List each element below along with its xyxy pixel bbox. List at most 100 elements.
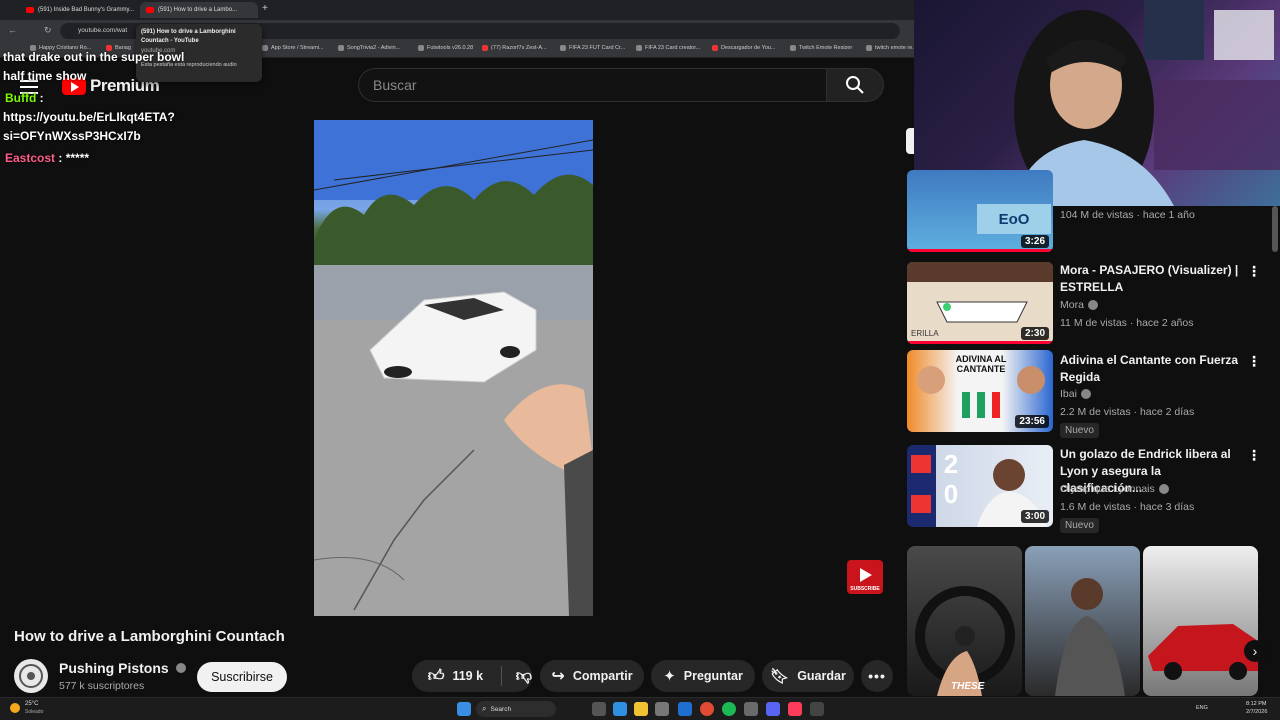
red-car-image	[1148, 624, 1258, 680]
video-duration: 3:26	[1020, 235, 1049, 248]
store-icon[interactable]	[655, 702, 669, 716]
verified-icon	[175, 663, 186, 673]
rec-channel[interactable]: Olympique Lyonnais	[1060, 483, 1169, 495]
chrome-icon[interactable]	[700, 702, 714, 716]
bookmark-item[interactable]: FIFA 23 FUT Card Cr...	[560, 45, 625, 51]
youtube-favicon-icon	[26, 7, 34, 13]
rec-channel[interactable]: Mora	[1060, 299, 1098, 311]
bookmark-item[interactable]: Descargador de You...	[712, 45, 775, 51]
watermark-label: SUBSCRIBE	[850, 586, 880, 592]
channel-name[interactable]: Pushing Pistons	[59, 660, 186, 676]
rec-title[interactable]: Adivina el Cantante con Fuerza Regida	[1060, 352, 1240, 386]
clock-time[interactable]: 8:12 PM	[1246, 701, 1266, 707]
rec-thumbnail[interactable]: EoO 3:26	[907, 170, 1053, 252]
thumbs-up-icon: 👍︎	[427, 667, 445, 685]
file-explorer-icon[interactable]	[634, 702, 648, 716]
subscribe-watermark[interactable]: SUBSCRIBE	[847, 560, 883, 594]
clock-date[interactable]: 2/7/2026	[1246, 709, 1267, 715]
taskbar-search-label: Search	[490, 705, 512, 713]
browser-tab-label: (591) Inside Bad Bunny's Grammy...	[38, 7, 135, 13]
chat-link: si=OFYnWXssP3HCxI7b	[3, 129, 141, 143]
more-vertical-icon[interactable]: ⋮	[1247, 264, 1261, 278]
sparkle-icon: ✦	[663, 668, 676, 685]
chat-separator: :	[36, 91, 44, 105]
url-text: youtube.com/wat	[78, 27, 128, 34]
bookmark-item[interactable]: FIFA 23 Card creator...	[636, 45, 700, 51]
watch-progress	[907, 341, 1053, 344]
short-caption: THESE	[951, 681, 985, 692]
search-placeholder: Buscar	[373, 77, 417, 93]
share-button[interactable]: ↪ Compartir	[540, 660, 644, 692]
music-icon[interactable]	[788, 702, 802, 716]
short-thumbnail[interactable]: THESE	[907, 546, 1022, 696]
language-indicator[interactable]: ENG	[1196, 705, 1208, 711]
more-vertical-icon[interactable]: ⋮	[1247, 448, 1261, 462]
edge-icon[interactable]	[613, 702, 627, 716]
steering-wheel-image	[915, 586, 1015, 696]
browser-tab-2[interactable]: (591) How to drive a Lambo...	[140, 2, 258, 18]
video-duration: 23:56	[1015, 415, 1049, 428]
new-badge: Nuevo	[1060, 518, 1099, 533]
watch-progress	[907, 249, 1053, 252]
chevron-right-icon[interactable]: ›	[1244, 640, 1266, 662]
video-frame	[314, 120, 593, 616]
ask-button[interactable]: ✦ Preguntar	[651, 660, 755, 692]
driver-image	[1055, 578, 1125, 696]
new-tab-icon[interactable]: +	[262, 3, 268, 14]
search-input[interactable]: Buscar	[358, 68, 828, 102]
chat-link: https://youtu.be/ErLIkqt4ETA?	[3, 110, 175, 124]
sidebar-chip-edge	[906, 128, 914, 154]
rec-meta: 1.6 M de vistas · hace 3 días	[1060, 501, 1195, 513]
chat-text: : *****	[55, 151, 90, 165]
video-duration: 3:00	[1020, 510, 1049, 523]
discord-icon[interactable]	[766, 702, 780, 716]
save-label: Guardar	[797, 669, 846, 683]
more-actions-button[interactable]: •••	[861, 660, 893, 692]
tooltip-title: (591) How to drive a Lamborghini Countac…	[141, 29, 236, 44]
channel-avatar[interactable]	[14, 659, 48, 693]
rec-thumbnail[interactable]: 2 0 3:00	[907, 445, 1053, 527]
rec-title[interactable]: Mora - PASAJERO (Visualizer) | ESTRELLA	[1060, 262, 1240, 296]
search-button[interactable]	[826, 68, 884, 102]
short-thumbnail[interactable]	[1143, 546, 1258, 696]
subscribe-button[interactable]: Suscribirse	[197, 662, 287, 692]
bookmark-item[interactable]: Futwtools v26.0.28	[418, 45, 473, 51]
task-view-icon[interactable]	[592, 702, 606, 716]
chat-username: Eastcost	[5, 151, 56, 165]
bookmark-item[interactable]: App Store / Streami...	[262, 45, 324, 51]
reload-icon[interactable]: ↻	[44, 25, 52, 36]
back-icon[interactable]: ←	[8, 25, 17, 35]
save-button[interactable]: 🔖︎ Guardar	[762, 660, 854, 692]
video-title: How to drive a Lamborghini Countach	[14, 628, 285, 645]
bookmark-item[interactable]: SongTrivia2 - Adivin...	[338, 45, 400, 51]
weather-icon	[10, 703, 20, 713]
dislike-button[interactable]: 👎︎	[510, 667, 532, 686]
bookmark-item[interactable]: twitch emote re...	[866, 45, 917, 51]
chat-message-line: that drake out in the super bowl	[3, 50, 185, 64]
windows-start-icon[interactable]	[457, 702, 471, 716]
bookmark-item[interactable]: Twitch Emote Resizer	[790, 45, 852, 51]
thumbnail-text: ERILLA	[911, 329, 939, 338]
scrollbar-thumb[interactable]	[1272, 206, 1278, 252]
play-icon	[860, 568, 872, 582]
rec-thumbnail[interactable]: ADIVINA AL CANTANTE 23:56	[907, 350, 1053, 432]
spotify-icon[interactable]	[722, 702, 736, 716]
ask-label: Preguntar	[683, 669, 743, 683]
bookmark-item[interactable]: (77) Razorf7s Zest-A...	[482, 45, 547, 51]
share-label: Compartir	[572, 669, 633, 683]
rec-channel[interactable]: Ibai	[1060, 388, 1091, 400]
bookmark-icon: 🔖︎	[770, 668, 790, 685]
browser-tab-1[interactable]: (591) Inside Bad Bunny's Grammy...	[20, 2, 138, 18]
mail-icon[interactable]	[678, 702, 692, 716]
taskbar-search[interactable]: ⌕ Search	[476, 701, 556, 717]
short-thumbnail[interactable]	[1025, 546, 1140, 696]
chat-username: Buffd	[5, 91, 37, 105]
more-vertical-icon[interactable]: ⋮	[1247, 354, 1261, 368]
app-icon[interactable]	[744, 702, 758, 716]
app-icon[interactable]	[810, 702, 824, 716]
like-button[interactable]: 👍︎ 119 k	[418, 667, 493, 686]
video-duration: 2:30	[1020, 327, 1049, 340]
video-player[interactable]	[314, 120, 593, 616]
chat-message-line: half time show	[3, 69, 87, 83]
rec-thumbnail[interactable]: ERILLA 2:30	[907, 262, 1053, 344]
